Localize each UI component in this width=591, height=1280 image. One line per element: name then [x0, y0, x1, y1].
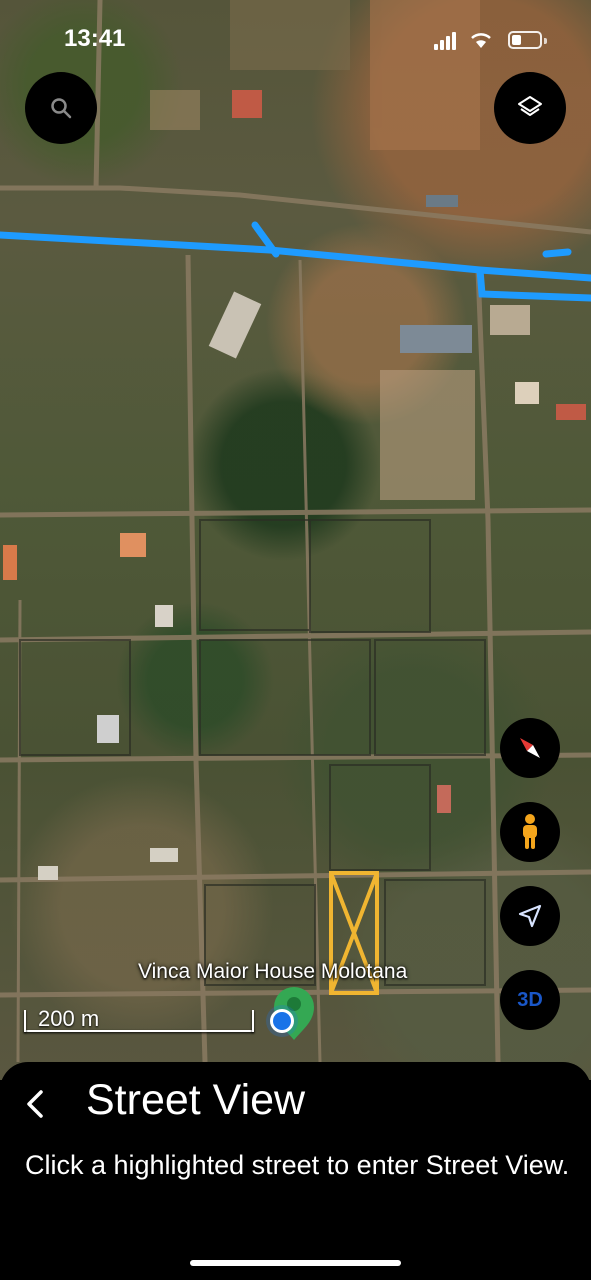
my-location-button[interactable] — [500, 886, 560, 946]
pegman-icon — [523, 814, 537, 849]
street-view-pegman-button[interactable] — [500, 802, 560, 862]
scale-label: 200 m — [38, 1006, 100, 1031]
sheet-instruction: Click a highlighted street to enter Stre… — [25, 1150, 570, 1180]
layers-icon — [518, 96, 542, 116]
3d-toggle-button[interactable]: 3D — [500, 970, 560, 1030]
navigation-arrow-icon — [518, 904, 542, 928]
sheet-title: Street View — [86, 1076, 306, 1124]
street-view-sheet: Street View Click a highlighted street t… — [0, 1062, 591, 1280]
compass-button[interactable] — [500, 718, 560, 778]
status-icons — [434, 30, 549, 52]
search-button[interactable] — [25, 72, 97, 144]
current-location-dot — [266, 1005, 298, 1037]
cellular-signal-icon — [434, 32, 458, 50]
place-label[interactable]: Vinca Maior House Molotana — [138, 960, 407, 984]
compass-icon — [520, 738, 540, 758]
layers-button[interactable] — [494, 72, 566, 144]
home-indicator[interactable] — [190, 1260, 401, 1266]
wifi-icon — [471, 33, 491, 48]
back-chevron-icon[interactable] — [22, 1084, 48, 1124]
street-view-screen: 13:41 3D Vinca Maior House Molotana 200 … — [0, 0, 591, 1280]
map-scale: 200 m — [24, 1006, 254, 1032]
street-view-highlight — [0, 221, 591, 302]
search-icon — [51, 98, 72, 119]
battery-icon — [508, 31, 547, 49]
status-time: 13:41 — [64, 25, 126, 52]
